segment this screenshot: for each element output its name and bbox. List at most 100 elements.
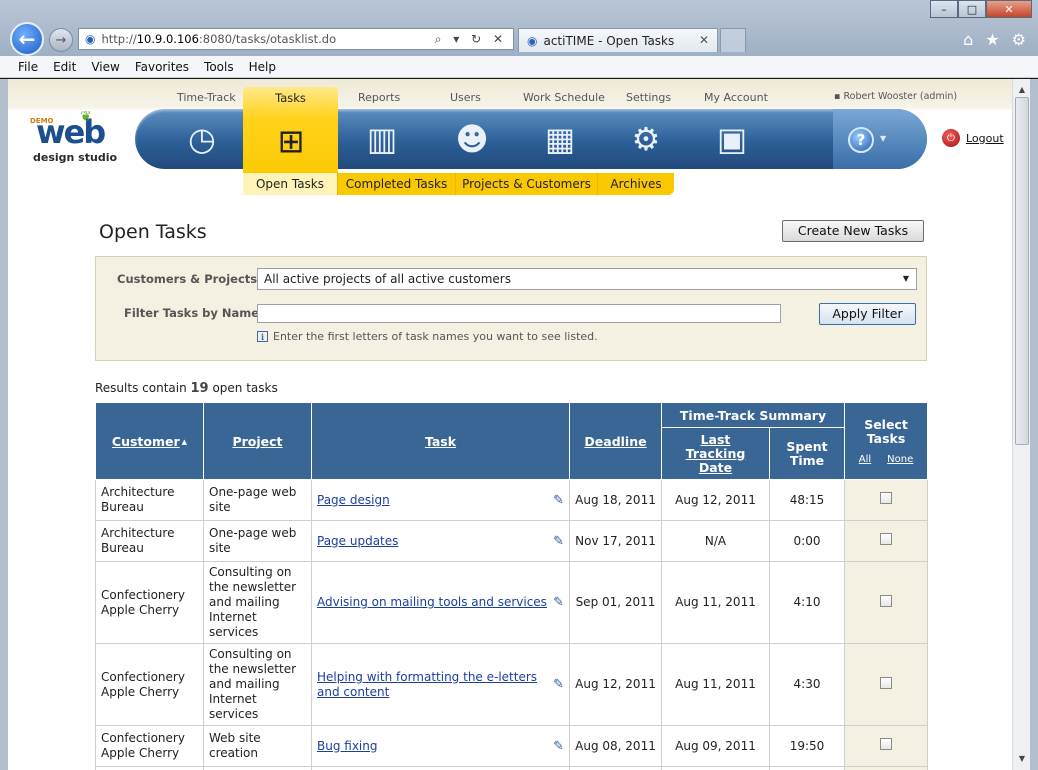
task-link[interactable]: Advising on mailing tools and services	[317, 595, 547, 610]
menu-favorites[interactable]: Favorites	[135, 60, 189, 74]
scroll-thumb[interactable]	[1015, 97, 1029, 445]
help-dropdown-icon[interactable]: ▼	[880, 134, 886, 143]
table-row: Architecture Bureau One-page web site Page…	[95, 520, 929, 562]
cell-spent-time: 4:30	[768, 643, 846, 726]
nav-work-schedule[interactable]: Work Schedule	[523, 91, 605, 104]
subnav-projects-customers[interactable]: Projects & Customers	[456, 173, 598, 195]
cell-select	[844, 479, 929, 521]
menu-tools[interactable]: Tools	[204, 60, 234, 74]
subnav-archives[interactable]: Archives	[598, 173, 674, 195]
menu-help[interactable]: Help	[249, 60, 276, 74]
reports-chart-icon[interactable]: ▥	[360, 117, 404, 161]
menu-view[interactable]: View	[91, 60, 119, 74]
edit-description-icon[interactable]: ✎	[553, 493, 564, 508]
cell-customer: Architecture Bureau	[95, 479, 204, 521]
select-all-link[interactable]: All	[859, 454, 871, 465]
favorites-star-icon[interactable]: ★	[985, 30, 999, 49]
my-account-card-icon[interactable]: ▣	[710, 117, 754, 161]
window-frame-left	[0, 79, 8, 770]
tab-page-icon: ◉	[527, 33, 538, 48]
header-customer[interactable]: Customer ▲	[95, 402, 204, 480]
vertical-scrollbar[interactable]: ▲ ▼	[1012, 79, 1030, 770]
logo-design-text: design studio	[33, 151, 118, 164]
chevron-down-icon: ▼	[902, 274, 909, 283]
company-logo: web DEMO ❦ design studio	[30, 109, 120, 167]
nav-my-account[interactable]: My Account	[704, 91, 768, 104]
address-bar[interactable]: ◉ http://10.9.0.106:8080/tasks/otasklist…	[78, 28, 514, 50]
customers-projects-select[interactable]: All active projects of all active custom…	[257, 268, 917, 290]
browser-tab[interactable]: ◉ actiTIME - Open Tasks ✕	[518, 28, 718, 52]
apply-filter-button[interactable]: Apply Filter	[819, 303, 916, 325]
cell-task: Page design ✎	[311, 479, 570, 521]
cell-customer: Confectionery Apple Cherry	[95, 643, 204, 726]
forward-button[interactable]: →	[49, 28, 73, 52]
edit-description-icon[interactable]: ✎	[553, 739, 564, 754]
cell-project: One-page web site	[203, 479, 312, 521]
task-rows: Architecture Bureau One-page web site Page…	[95, 479, 929, 770]
cell-project	[203, 766, 312, 770]
minimize-button[interactable]: –	[930, 0, 958, 18]
edit-description-icon[interactable]: ✎	[553, 595, 564, 610]
cell-task: Advising on mailing tools and services ✎	[311, 561, 570, 644]
header-time-track-summary: Time-Track Summary	[660, 402, 846, 428]
tab-close-icon[interactable]: ✕	[699, 33, 709, 47]
task-link[interactable]: Bug fixing	[317, 739, 378, 754]
header-last-tracking-date[interactable]: Last Tracking Date	[661, 427, 770, 480]
close-window-button[interactable]: ✕	[986, 0, 1032, 18]
maximize-button[interactable]: □	[958, 0, 986, 18]
url-rest: :8080/tasks/otasklist.do	[198, 32, 337, 46]
back-button[interactable]: ←	[10, 22, 44, 56]
menu-edit[interactable]: Edit	[53, 60, 76, 74]
cell-deadline: Aug 12, 2011	[569, 643, 662, 726]
url-prefix: http://	[101, 32, 137, 46]
help-icon[interactable]: ?	[848, 127, 874, 153]
nav-users[interactable]: Users	[450, 91, 481, 104]
header-task[interactable]: Task	[311, 402, 570, 480]
gear-icon[interactable]: ⚙	[1012, 30, 1026, 49]
header-project[interactable]: Project	[203, 402, 312, 480]
header-deadline[interactable]: Deadline	[569, 402, 662, 480]
new-tab-button[interactable]	[720, 28, 746, 52]
task-select-checkbox[interactable]	[880, 492, 893, 504]
customers-projects-value: All active projects of all active custom…	[264, 272, 511, 286]
cell-task: Page updates ✎	[311, 520, 570, 562]
task-select-checkbox[interactable]	[880, 533, 893, 545]
create-new-tasks-button[interactable]: Create New Tasks	[782, 220, 924, 242]
cell-select	[844, 643, 929, 726]
cell-select	[844, 520, 929, 562]
results-summary: Results contain 19 open tasks	[95, 381, 278, 396]
users-people-icon[interactable]: ☻	[450, 117, 494, 161]
cell-last-tracking: Aug 09, 2011	[661, 725, 770, 767]
edit-description-icon[interactable]: ✎	[553, 534, 564, 549]
nav-time-track[interactable]: Time-Track	[177, 91, 236, 104]
nav-reports[interactable]: Reports	[358, 91, 400, 104]
edit-description-icon[interactable]: ✎	[553, 677, 564, 692]
task-select-checkbox[interactable]	[880, 738, 893, 750]
app-header: Time-Track Reports Users Work Schedule S…	[8, 79, 1012, 199]
task-select-checkbox[interactable]	[880, 676, 893, 689]
address-tools-icon[interactable]: ⌕ ▾ ↻ ✕	[435, 32, 507, 47]
subnav-completed-tasks[interactable]: Completed Tasks	[338, 173, 456, 195]
select-none-link[interactable]: None	[887, 454, 913, 465]
scroll-down-icon[interactable]: ▼	[1013, 750, 1031, 766]
menu-file[interactable]: File	[18, 60, 38, 74]
task-link[interactable]: Page design	[317, 493, 390, 508]
home-icon[interactable]: ⌂	[963, 30, 973, 49]
task-link[interactable]: Helping with formatting the e-letters an…	[317, 670, 549, 700]
page-icon: ◉	[85, 32, 96, 46]
cell-select	[844, 561, 929, 644]
cell-task	[311, 766, 570, 770]
cell-deadline: Nov 17, 2011	[569, 520, 662, 562]
work-schedule-calendar-icon[interactable]: ▦	[538, 117, 582, 161]
subnav-open-tasks[interactable]: Open Tasks	[243, 173, 338, 195]
task-select-checkbox[interactable]	[880, 594, 893, 607]
time-track-clock-icon[interactable]: ◷	[180, 117, 224, 161]
cell-customer: Confectionery	[95, 766, 204, 770]
nav-settings[interactable]: Settings	[626, 91, 671, 104]
task-link[interactable]: Page updates	[317, 534, 398, 549]
logout-link[interactable]: ⏻ Logout	[942, 129, 1004, 147]
scroll-up-icon[interactable]: ▲	[1013, 81, 1031, 97]
filter-name-input[interactable]	[257, 304, 781, 323]
results-prefix: Results contain	[95, 381, 187, 395]
settings-gear-icon[interactable]: ⚙	[624, 117, 668, 161]
